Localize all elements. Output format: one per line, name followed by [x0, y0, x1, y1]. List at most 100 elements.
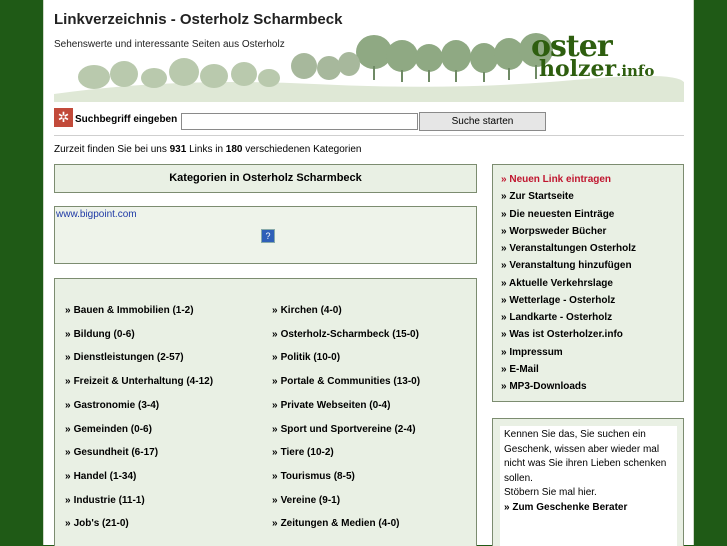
category-link[interactable]: » Bildung (0-6): [65, 329, 135, 340]
nav-item[interactable]: » Wetterlage - Osterholz: [501, 295, 615, 306]
categories-header: Kategorien in Osterholz Scharmbeck: [54, 164, 477, 193]
category-link[interactable]: » Private Webseiten (0-4): [272, 400, 390, 411]
category-link[interactable]: » Gemeinden (0-6): [65, 424, 152, 435]
stats-links-count: 931: [169, 144, 187, 155]
category-label: Portale & Communities (13-0): [280, 376, 421, 388]
category-label: Tourismus (8-5): [280, 470, 355, 482]
bullet: »: [501, 225, 507, 237]
category-label: Vereine (9-1): [280, 494, 341, 506]
nav-item[interactable]: » Was ist Osterholzer.info: [501, 329, 623, 340]
nav-item[interactable]: » Neuen Link eintragen: [501, 174, 611, 185]
nav-item[interactable]: » Impressum: [501, 347, 563, 358]
category-link[interactable]: » Vereine (9-1): [272, 495, 340, 506]
category-link[interactable]: » Dienstleistungen (2-57): [65, 352, 184, 363]
nav-item[interactable]: » Veranstaltung hinzufügen: [501, 260, 632, 271]
logo-word: holzer: [539, 56, 617, 82]
category-link[interactable]: » Portale & Communities (13-0): [272, 376, 420, 387]
stats-prefix: Zurzeit finden Sie bei uns: [54, 144, 167, 155]
search-icon: ✲: [54, 108, 73, 127]
category-link[interactable]: » Tiere (10-2): [272, 447, 334, 458]
bullet: »: [272, 518, 278, 530]
gift-text: Kennen Sie das, Sie suchen ein Geschenk,…: [504, 429, 667, 484]
ad-box: www.bigpoint.com ?: [54, 206, 477, 264]
bullet: »: [65, 518, 71, 530]
gift-advisor-link[interactable]: » Zum Geschenke Berater: [504, 502, 627, 513]
nav-menu: » Neuen Link eintragen» Zur Startseite» …: [492, 164, 684, 402]
category-label: Kirchen (4-0): [280, 305, 342, 316]
site-title: Linkverzeichnis - Osterholz Scharmbeck: [54, 11, 343, 28]
category-link[interactable]: » Osterholz-Scharmbeck (15-0): [272, 329, 419, 340]
category-link[interactable]: » Gesundheit (6-17): [65, 447, 158, 458]
category-link[interactable]: » Handel (1-34): [65, 471, 136, 482]
search-button[interactable]: Suche starten: [419, 112, 546, 131]
bullet: »: [272, 352, 278, 364]
bullet: »: [501, 312, 507, 323]
bullet: »: [501, 346, 507, 358]
divider: [54, 135, 684, 136]
nav-item-label: Wetterlage - Osterholz: [509, 294, 616, 306]
logo-tld: .info: [616, 62, 655, 80]
nav-item-label: E-Mail: [509, 363, 539, 375]
bullet: »: [65, 470, 71, 482]
category-label: Sport und Sportvereine (2-4): [280, 423, 416, 435]
category-link[interactable]: » Gastronomie (3-4): [65, 400, 159, 411]
bullet: »: [501, 294, 507, 306]
bullet: »: [501, 329, 507, 341]
bullet: »: [65, 328, 71, 340]
bullet: »: [501, 208, 507, 220]
category-link[interactable]: » Industrie (11-1): [65, 495, 145, 506]
site-logo[interactable]: oster holzer.info: [531, 32, 655, 82]
gift-advisor-content: Kennen Sie das, Sie suchen ein Geschenk,…: [500, 426, 677, 546]
category-link[interactable]: » Job's (21-0): [65, 518, 129, 529]
search-input[interactable]: [181, 113, 418, 130]
bullet: »: [501, 381, 507, 392]
nav-item-label: Was ist Osterholzer.info: [509, 329, 623, 341]
nav-item-label: Landkarte - Osterholz: [509, 312, 613, 323]
bullet: »: [501, 260, 507, 272]
bullet: »: [65, 352, 71, 364]
bullet: »: [65, 447, 71, 459]
gift-advisor-box: Kennen Sie das, Sie suchen ein Geschenk,…: [492, 418, 684, 546]
search-label: Suchbegriff eingeben: [75, 114, 178, 125]
category-link[interactable]: » Bauen & Immobilien (1-2): [65, 305, 194, 316]
category-label: Zeitungen & Medien (4-0): [280, 518, 400, 530]
bullet: »: [272, 423, 278, 435]
ad-link[interactable]: www.bigpoint.com: [56, 209, 137, 220]
bullet: »: [65, 376, 71, 388]
ad-image-icon[interactable]: ?: [261, 229, 275, 243]
category-link[interactable]: » Kirchen (4-0): [272, 305, 342, 316]
category-label: Bauen & Immobilien (1-2): [73, 305, 194, 316]
nav-item[interactable]: » Zur Startseite: [501, 191, 574, 202]
category-link[interactable]: » Zeitungen & Medien (4-0): [272, 518, 399, 529]
nav-item-label: Aktuelle Verkehrslage: [508, 277, 613, 289]
category-link[interactable]: » Freizeit & Unterhaltung (4-12): [65, 376, 213, 387]
categories-title: Kategorien in Osterholz Scharmbeck: [169, 172, 362, 184]
nav-item-label: Neuen Link eintragen: [509, 174, 612, 185]
nav-item[interactable]: » Worpsweder Bücher: [501, 226, 606, 237]
category-label: Gemeinden (0-6): [73, 423, 152, 435]
category-link[interactable]: » Tourismus (8-5): [272, 471, 355, 482]
category-label: Osterholz-Scharmbeck (15-0): [280, 328, 419, 340]
nav-item-label: MP3-Downloads: [509, 381, 587, 392]
nav-item[interactable]: » Veranstaltungen Osterholz: [501, 243, 636, 254]
category-label: Dienstleistungen (2-57): [73, 352, 184, 364]
category-link[interactable]: » Politik (10-0): [272, 352, 340, 363]
nav-item[interactable]: » Die neuesten Einträge: [501, 209, 614, 220]
nav-item[interactable]: » Landkarte - Osterholz: [501, 312, 612, 323]
nav-item-label: Zur Startseite: [509, 191, 574, 203]
category-label: Bildung (0-6): [73, 328, 135, 340]
nav-item[interactable]: » E-Mail: [501, 364, 539, 375]
category-link[interactable]: » Sport und Sportvereine (2-4): [272, 424, 416, 435]
bullet: »: [272, 376, 278, 388]
page-container: Linkverzeichnis - Osterholz Scharmbeck S…: [43, 0, 694, 546]
bullet: »: [272, 305, 278, 316]
category-label: Gesundheit (6-17): [73, 447, 159, 459]
stats-category-count: 180: [225, 144, 243, 155]
bullet: »: [65, 423, 71, 435]
search-bar: ✲ Suchbegriff eingeben Suche starten: [54, 108, 690, 131]
nav-item[interactable]: » MP3-Downloads: [501, 381, 587, 392]
bullet: »: [501, 191, 507, 203]
nav-item-label: Die neuesten Einträge: [509, 208, 615, 220]
nav-item[interactable]: » Aktuelle Verkehrslage: [501, 278, 613, 289]
site-subtitle: Sehenswerte und interessante Seiten aus …: [54, 39, 285, 50]
